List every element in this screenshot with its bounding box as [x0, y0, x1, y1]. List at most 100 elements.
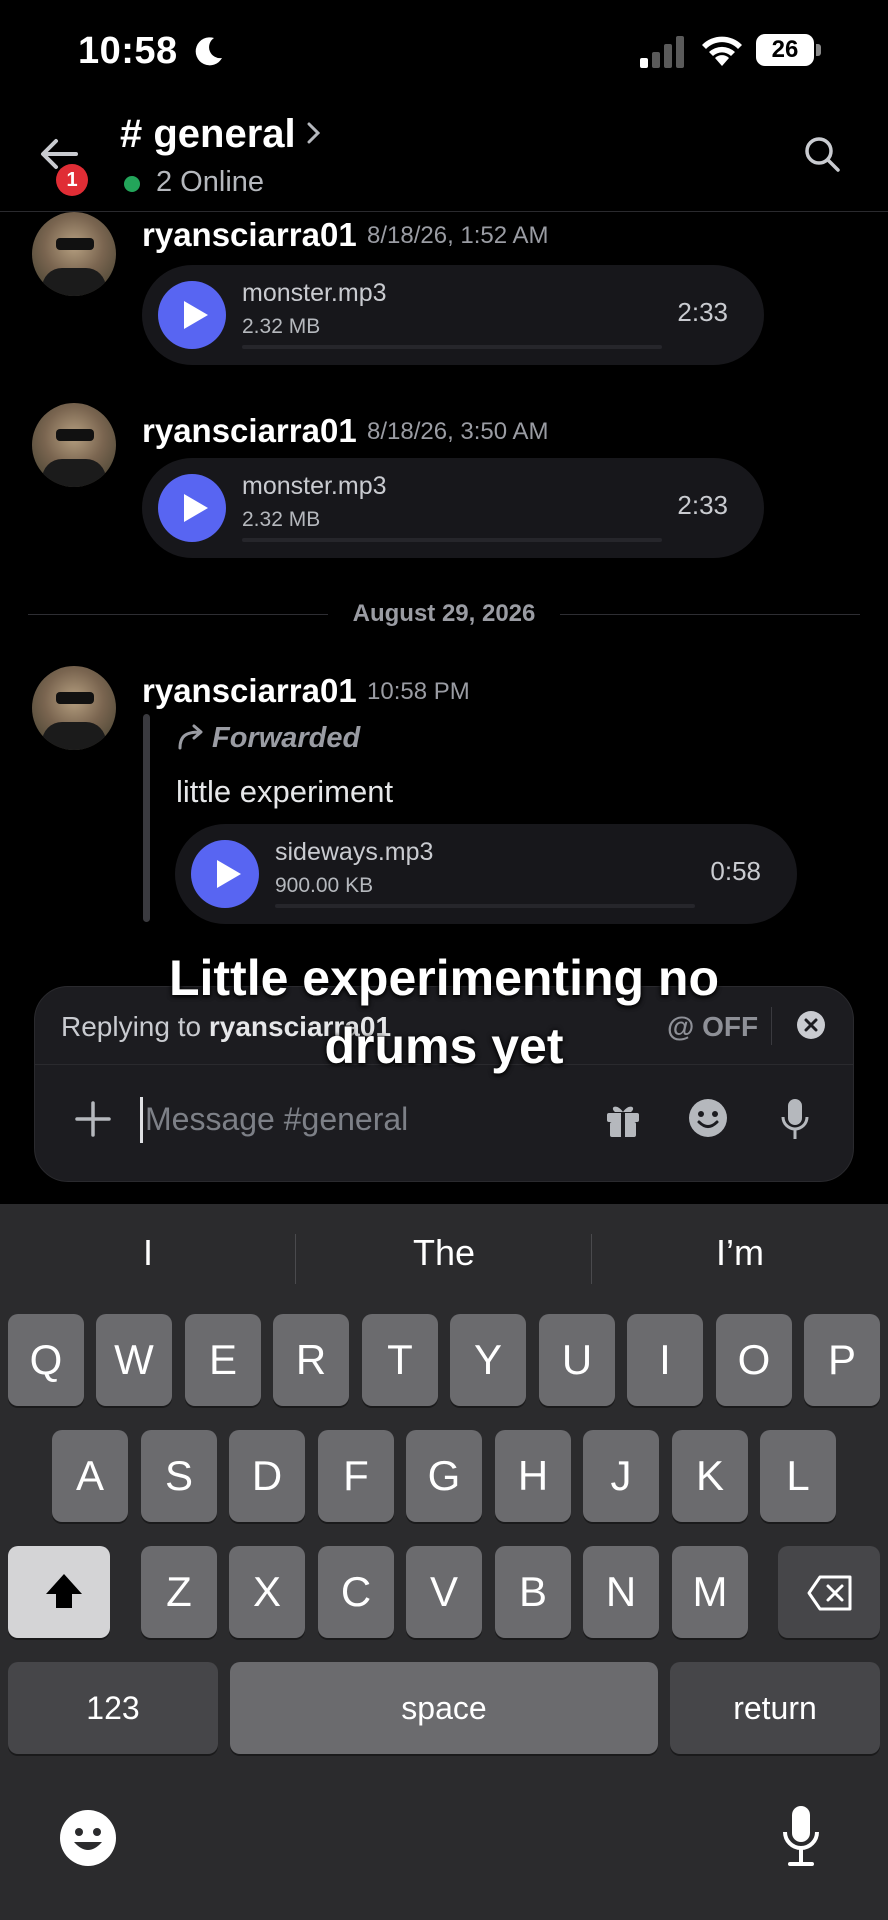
- file-name: sideways.mp3: [275, 838, 434, 866]
- search-icon[interactable]: [800, 132, 844, 176]
- audio-progress-bar[interactable]: [275, 904, 695, 908]
- key-l[interactable]: L: [760, 1430, 836, 1522]
- key-b[interactable]: B: [495, 1546, 571, 1638]
- audio-attachment[interactable]: monster.mp3 2.32 MB 2:33: [142, 265, 764, 365]
- audio-duration: 0:58: [710, 856, 761, 886]
- key-e[interactable]: E: [185, 1314, 261, 1406]
- key-h[interactable]: H: [495, 1430, 571, 1522]
- key-g[interactable]: G: [406, 1430, 482, 1522]
- message-timestamp: 8/18/26, 3:50 AM: [367, 418, 549, 445]
- numbers-key[interactable]: 123: [8, 1662, 218, 1754]
- microphone-icon[interactable]: [779, 1097, 811, 1141]
- key-x[interactable]: X: [229, 1546, 305, 1638]
- space-key[interactable]: space: [230, 1662, 658, 1754]
- dictation-icon[interactable]: [780, 1804, 822, 1868]
- suggestion-item[interactable]: I: [0, 1232, 296, 1274]
- return-key[interactable]: return: [670, 1662, 880, 1754]
- message-username[interactable]: ryansciarra01: [142, 216, 357, 254]
- plus-icon[interactable]: [73, 1099, 113, 1139]
- caption-line: Little experimenting no: [168, 950, 720, 1006]
- moon-icon: [195, 37, 222, 66]
- play-button[interactable]: [158, 281, 226, 349]
- key-n[interactable]: N: [583, 1546, 659, 1638]
- channel-header: 1 # general 2 Online: [0, 100, 888, 212]
- avatar[interactable]: [32, 212, 116, 296]
- audio-duration: 2:33: [677, 490, 728, 520]
- key-p[interactable]: P: [804, 1314, 880, 1406]
- key-y[interactable]: Y: [450, 1314, 526, 1406]
- key-a[interactable]: A: [52, 1430, 128, 1522]
- key-u[interactable]: U: [539, 1314, 615, 1406]
- forward-arrow-icon: [178, 724, 203, 750]
- emoji-icon[interactable]: [687, 1097, 729, 1139]
- battery-icon: 26: [756, 34, 822, 68]
- key-k[interactable]: K: [672, 1430, 748, 1522]
- emoji-keyboard-icon[interactable]: [58, 1808, 118, 1868]
- key-v[interactable]: V: [406, 1546, 482, 1638]
- key-o[interactable]: O: [716, 1314, 792, 1406]
- key-i[interactable]: I: [627, 1314, 703, 1406]
- online-status-dot: [124, 176, 140, 192]
- play-icon: [217, 860, 241, 888]
- shift-icon: [46, 1574, 82, 1608]
- forward-bar: [143, 714, 150, 922]
- play-button[interactable]: [191, 840, 259, 908]
- audio-progress-bar[interactable]: [242, 538, 662, 542]
- file-size: 900.00 KB: [275, 874, 374, 897]
- signal-icon: [640, 36, 684, 68]
- key-s[interactable]: S: [141, 1430, 217, 1522]
- message-input[interactable]: [145, 1091, 585, 1147]
- online-count: 2 Online: [156, 166, 265, 198]
- suggestion-bar: I The I’m: [0, 1204, 888, 1312]
- suggestion-item[interactable]: I’m: [592, 1232, 888, 1274]
- key-r[interactable]: R: [273, 1314, 349, 1406]
- key-z[interactable]: Z: [141, 1546, 217, 1638]
- message-item[interactable]: ryansciarra01 8/18/26, 3:50 AM monster.m…: [0, 400, 888, 560]
- caption-line: drums yet: [324, 1018, 564, 1074]
- backspace-icon: [807, 1575, 852, 1611]
- suggestion-item[interactable]: The: [296, 1232, 592, 1274]
- keyboard: I The I’m Q W E R T Y U I O P A S D F G …: [0, 1204, 888, 1920]
- gift-icon[interactable]: [603, 1099, 643, 1139]
- message-timestamp: 10:58 PM: [367, 678, 470, 705]
- play-icon: [184, 301, 208, 329]
- avatar[interactable]: [32, 666, 116, 750]
- play-icon: [184, 494, 208, 522]
- status-bar: 10:58 26: [0, 0, 888, 100]
- file-size: 2.32 MB: [242, 315, 321, 338]
- battery-level: 26: [756, 34, 814, 66]
- message-username[interactable]: ryansciarra01: [142, 672, 357, 710]
- audio-progress-bar[interactable]: [242, 345, 662, 349]
- channel-title[interactable]: # general: [120, 112, 296, 157]
- key-t[interactable]: T: [362, 1314, 438, 1406]
- file-size: 2.32 MB: [242, 508, 321, 531]
- file-name: monster.mp3: [242, 279, 387, 307]
- key-q[interactable]: Q: [8, 1314, 84, 1406]
- notification-badge: 1: [56, 164, 88, 196]
- date-divider-label: August 29, 2026: [352, 600, 536, 627]
- date-divider: August 29, 2026: [28, 600, 860, 632]
- message-item[interactable]: ryansciarra01 8/18/26, 1:52 AM monster.m…: [0, 208, 888, 368]
- forwarded-label: Forwarded: [176, 722, 360, 755]
- audio-attachment[interactable]: sideways.mp3 900.00 KB 0:58: [175, 824, 797, 924]
- avatar[interactable]: [32, 403, 116, 487]
- status-time: 10:58: [78, 30, 178, 72]
- shift-key[interactable]: [8, 1546, 110, 1638]
- file-name: monster.mp3: [242, 472, 387, 500]
- key-d[interactable]: D: [229, 1430, 305, 1522]
- delete-key[interactable]: [778, 1546, 880, 1638]
- key-w[interactable]: W: [96, 1314, 172, 1406]
- audio-duration: 2:33: [677, 297, 728, 327]
- key-m[interactable]: M: [672, 1546, 748, 1638]
- audio-attachment[interactable]: monster.mp3 2.32 MB 2:33: [142, 458, 764, 558]
- chevron-right-icon[interactable]: [302, 118, 326, 148]
- key-c[interactable]: C: [318, 1546, 394, 1638]
- message-text: little experiment: [176, 774, 394, 809]
- key-f[interactable]: F: [318, 1430, 394, 1522]
- play-button[interactable]: [158, 474, 226, 542]
- wifi-icon: [702, 36, 742, 66]
- message-timestamp: 8/18/26, 1:52 AM: [367, 222, 549, 249]
- key-j[interactable]: J: [583, 1430, 659, 1522]
- video-caption: Little experimenting no drums yet: [0, 944, 888, 1080]
- message-username[interactable]: ryansciarra01: [142, 412, 357, 450]
